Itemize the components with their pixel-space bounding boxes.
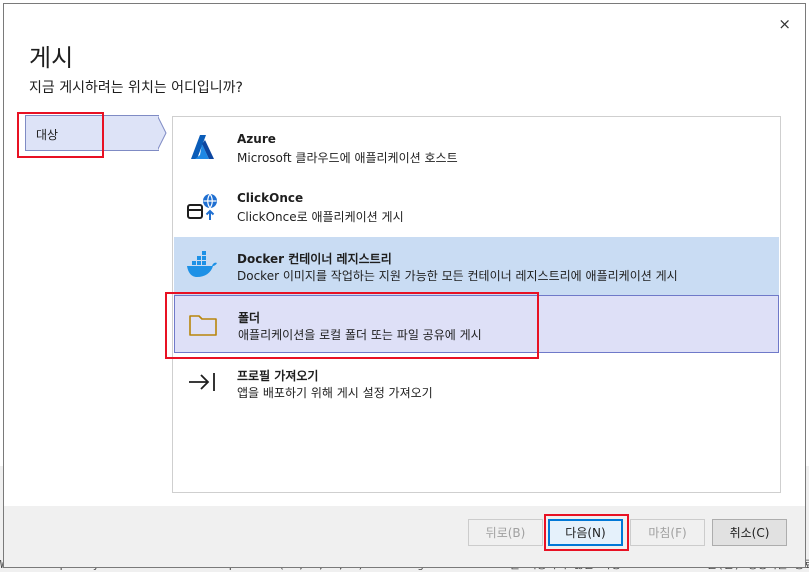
option-folder-name: 폴더 [238,311,261,325]
option-docker[interactable]: Docker 컨테이너 레지스트리 Docker 이미지를 작업하는 지원 가능… [174,237,779,295]
clickonce-icon [187,193,217,220]
close-icon[interactable]: × [778,17,791,32]
import-icon [189,373,215,391]
dialog-subtitle: 지금 게시하려는 위치는 어디입니까? [29,80,243,96]
option-clickonce-name: ClickOnce [237,191,304,205]
option-import-desc: 앱을 배포하기 위해 게시 설정 가져오기 [237,386,433,400]
option-azure-name: Azure [237,132,276,146]
option-folder-desc: 애플리케이션을 로컬 폴더 또는 파일 공유에 게시 [238,328,482,342]
option-clickonce[interactable]: ClickOnce ClickOnce로 애플리케이션 게시 [174,178,779,236]
option-import-name: 프로필 가져오기 [237,369,319,383]
docker-icon [187,251,217,277]
option-folder[interactable]: 폴더 애플리케이션을 로컬 폴더 또는 파일 공유에 게시 [174,295,779,353]
option-docker-desc: Docker 이미지를 작업하는 지원 가능한 모든 컨테이너 레지스트리에 애… [237,269,678,283]
azure-icon [191,135,214,159]
option-azure[interactable]: Azure Microsoft 클라우드에 애플리케이션 호스트 [174,119,779,177]
back-button[interactable]: 뒤로(B) [468,519,543,546]
folder-icon [189,315,217,336]
cancel-button[interactable]: 취소(C) [712,519,787,546]
option-clickonce-desc: ClickOnce로 애플리케이션 게시 [237,210,404,224]
finish-button[interactable]: 마침(F) [630,519,705,546]
option-docker-name: Docker 컨테이너 레지스트리 [237,252,392,266]
next-button[interactable]: 다음(N) [548,519,623,546]
step-target-label: 대상 [36,128,59,142]
option-import-profile[interactable]: 프로필 가져오기 앱을 배포하기 위해 게시 설정 가져오기 [174,354,779,412]
dialog-title: 게시 [29,44,74,72]
option-azure-desc: Microsoft 클라우드에 애플리케이션 호스트 [237,151,458,165]
publish-target-list: Azure Microsoft 클라우드에 애플리케이션 호스트 ClickOn… [172,116,781,493]
step-arrow-icon [157,115,167,151]
